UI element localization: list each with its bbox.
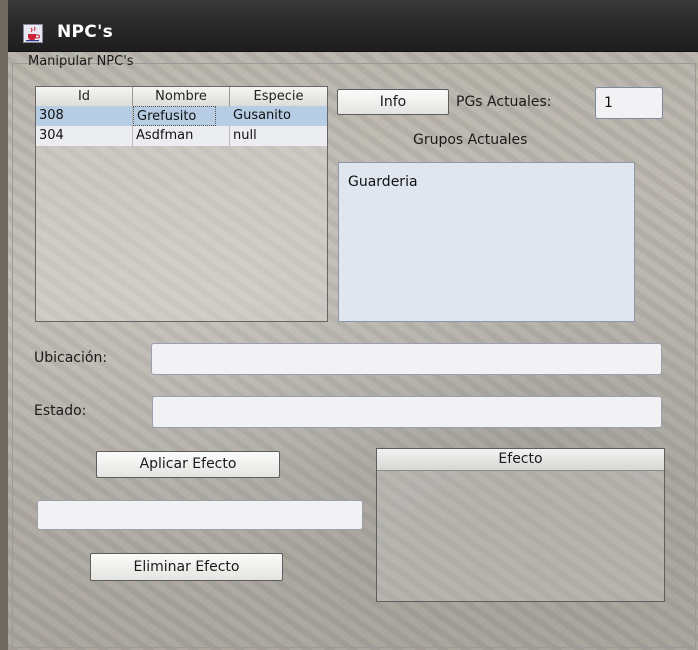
- cell-id: 308: [36, 106, 133, 126]
- npc-window: NPC's Manipular NPC's Id Nombre Especie …: [8, 0, 698, 650]
- table-row[interactable]: 304 Asdfman null: [36, 126, 327, 146]
- column-header-especie[interactable]: Especie: [230, 87, 327, 106]
- cell-especie: Gusanito: [233, 108, 291, 123]
- pgs-input[interactable]: 1: [595, 87, 663, 119]
- cell-nombre: Asdfman: [133, 126, 230, 146]
- list-item[interactable]: Guarderia: [348, 174, 418, 190]
- cell-especie: null: [233, 128, 257, 143]
- column-header-efecto[interactable]: Efecto: [377, 449, 664, 471]
- ubicacion-field[interactable]: [151, 343, 662, 375]
- estado-field[interactable]: [152, 396, 662, 428]
- content-area: Manipular NPC's Id Nombre Especie 308 Gr…: [8, 52, 698, 650]
- npc-table[interactable]: Id Nombre Especie 308 Grefusito Gusanito…: [35, 86, 328, 322]
- cell-nombre: Grefusito: [133, 106, 216, 126]
- grupos-list[interactable]: Guarderia: [338, 162, 635, 322]
- table-row[interactable]: 308 Grefusito Gusanito: [36, 106, 327, 126]
- grupos-label: Grupos Actuales: [413, 132, 528, 148]
- cell-id: 304: [36, 126, 133, 146]
- aplicar-efecto-button[interactable]: Aplicar Efecto: [96, 451, 280, 478]
- column-header-id[interactable]: Id: [36, 87, 133, 106]
- panel-title: Manipular NPC's: [28, 54, 134, 69]
- window-title: NPC's: [57, 22, 113, 42]
- efecto-input[interactable]: [37, 500, 363, 530]
- column-header-nombre[interactable]: Nombre: [133, 87, 230, 106]
- efecto-table[interactable]: Efecto: [376, 448, 665, 602]
- npc-table-header: Id Nombre Especie: [36, 87, 327, 107]
- pgs-label: PGs Actuales:: [456, 94, 552, 110]
- eliminar-efecto-button[interactable]: Eliminar Efecto: [90, 553, 283, 581]
- ubicacion-label: Ubicación:: [34, 350, 108, 366]
- java-cup-icon: [23, 24, 43, 43]
- estado-label: Estado:: [34, 403, 87, 419]
- info-button[interactable]: Info: [337, 89, 449, 115]
- title-bar[interactable]: NPC's: [8, 0, 698, 52]
